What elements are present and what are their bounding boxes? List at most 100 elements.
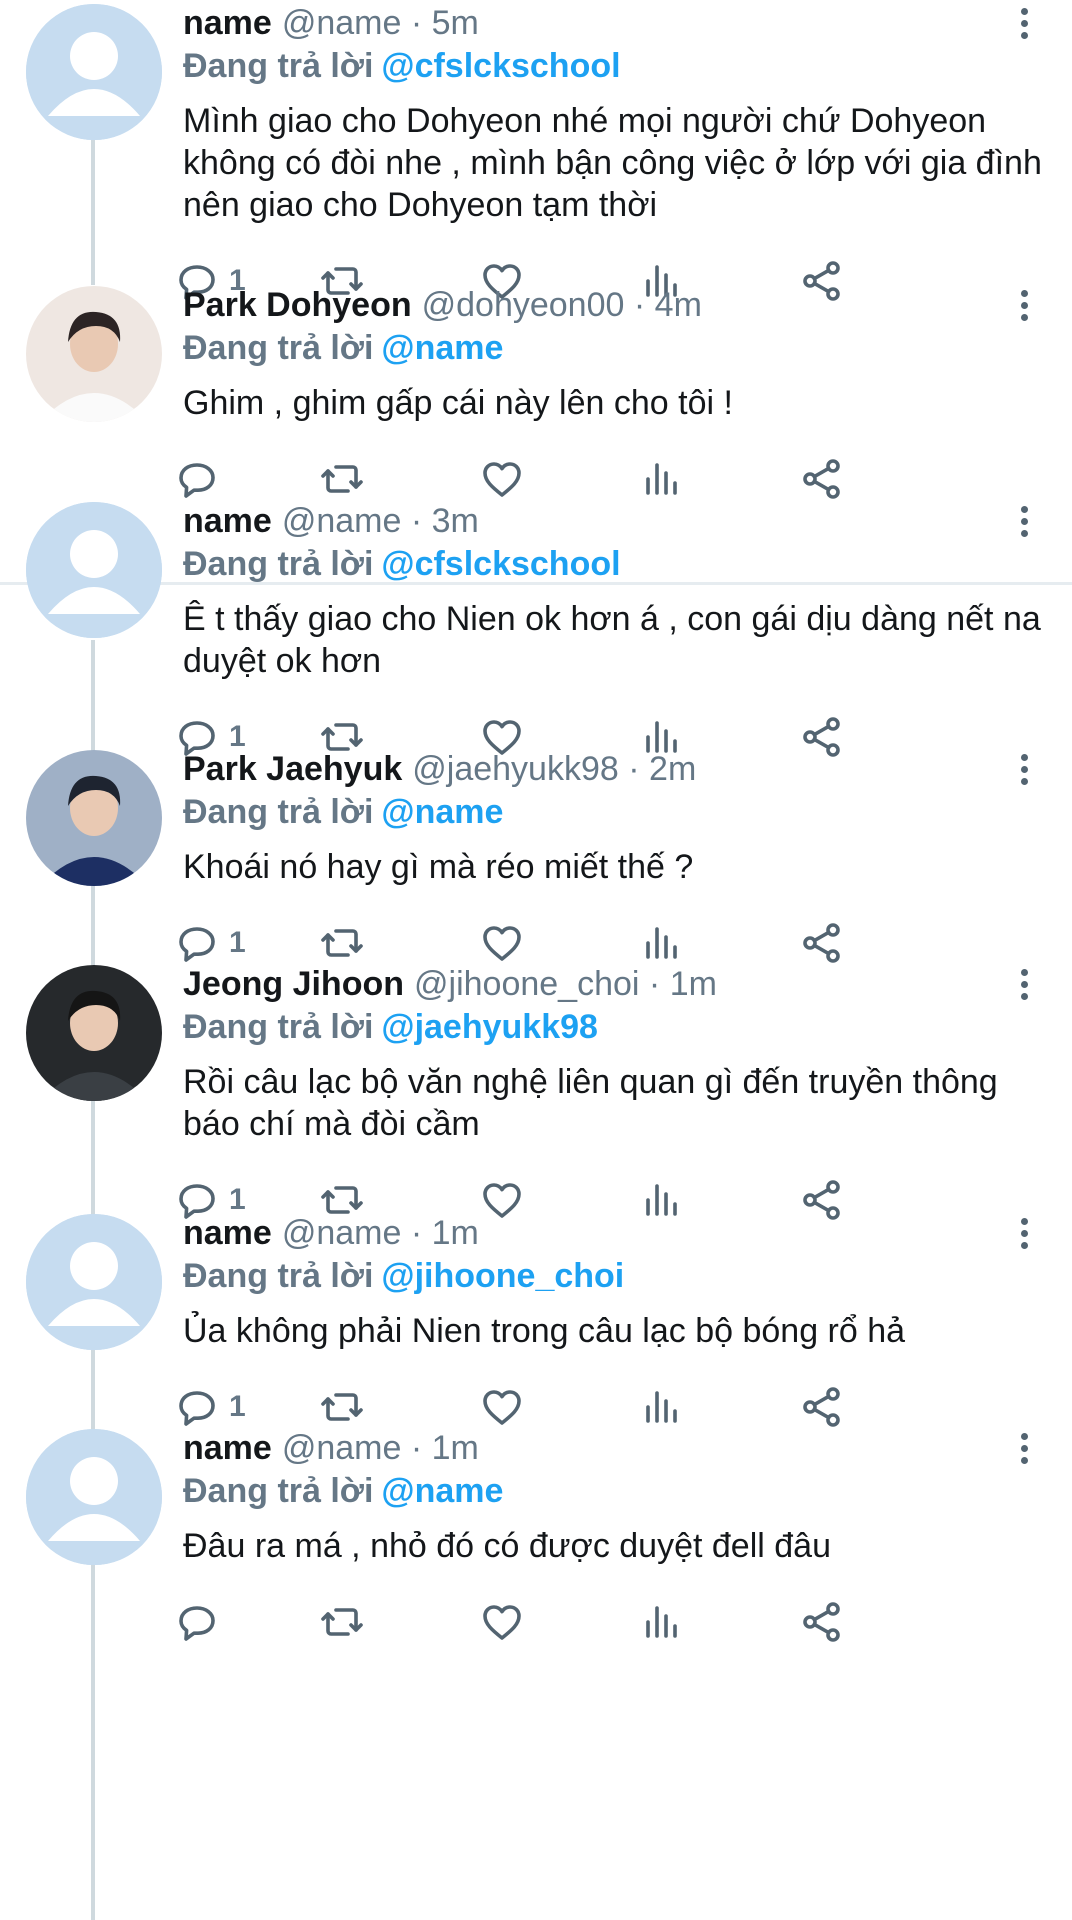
replying-to-label: Đang trả lời xyxy=(183,545,374,583)
replying-to-label: Đang trả lời xyxy=(183,329,374,367)
share-button[interactable] xyxy=(798,918,846,968)
more-dot xyxy=(1020,1229,1028,1237)
reply-mention-link[interactable]: @cfslckschool xyxy=(381,47,620,85)
reply-mention-link[interactable]: @name xyxy=(381,329,503,367)
display-name[interactable]: name xyxy=(183,1214,272,1252)
thread-connector-line xyxy=(91,135,95,285)
timestamp[interactable]: 3m xyxy=(432,502,479,540)
retweet-button[interactable] xyxy=(318,454,366,504)
display-name[interactable]: Park Dohyeon xyxy=(183,286,412,324)
display-name[interactable]: name xyxy=(183,4,272,42)
display-name[interactable]: name xyxy=(183,502,272,540)
reply-thread-feed: name @name · 5m Đang trả lời @cfslckschool M… xyxy=(0,0,1072,1920)
display-name[interactable]: name xyxy=(183,1429,272,1467)
avatar[interactable] xyxy=(26,750,162,886)
timestamp[interactable]: 1m xyxy=(670,965,717,1003)
share-icon xyxy=(803,923,840,963)
reply-count: 1 xyxy=(229,926,246,959)
more-dot xyxy=(1020,301,1028,309)
timestamp[interactable]: 5m xyxy=(432,4,479,42)
more-options-icon[interactable] xyxy=(1012,282,1036,328)
reply-button[interactable] xyxy=(173,454,229,504)
more-dot xyxy=(1020,7,1028,15)
reply-mention-link[interactable]: @name xyxy=(381,793,503,831)
timestamp[interactable]: 4m xyxy=(655,286,702,324)
default-avatar-icon xyxy=(26,4,162,140)
share-button[interactable] xyxy=(798,1175,846,1225)
reply-mention-link[interactable]: @name xyxy=(381,1472,503,1510)
user-handle[interactable]: @name xyxy=(282,1214,402,1252)
heart-icon xyxy=(483,462,521,497)
more-dot xyxy=(1020,529,1028,537)
display-name[interactable]: Jeong Jihoon xyxy=(183,965,404,1003)
timestamp[interactable]: 1m xyxy=(432,1429,479,1467)
avatar[interactable] xyxy=(26,1429,162,1565)
more-dot xyxy=(1020,19,1028,27)
share-button[interactable] xyxy=(798,1597,846,1647)
more-options-icon[interactable] xyxy=(1012,1425,1036,1471)
views-button[interactable] xyxy=(638,454,686,504)
analytics-icon xyxy=(646,1606,677,1638)
reply-count: 1 xyxy=(229,1390,246,1423)
timestamp[interactable]: 2m xyxy=(649,750,696,788)
more-options-icon[interactable] xyxy=(1012,746,1036,792)
share-icon xyxy=(803,717,840,757)
avatar[interactable] xyxy=(26,965,162,1101)
more-dot xyxy=(1020,505,1028,513)
more-dot xyxy=(1020,765,1028,773)
user-handle[interactable]: @name xyxy=(282,4,402,42)
reply-mention-link[interactable]: @jihoone_choi xyxy=(381,1257,624,1295)
analytics-icon xyxy=(646,927,677,959)
retweet-button[interactable] xyxy=(318,1597,366,1647)
share-button[interactable] xyxy=(798,256,846,306)
user-handle[interactable]: @jaehyukk98 xyxy=(412,750,619,788)
user-handle[interactable]: @jihoone_choi xyxy=(414,965,639,1003)
share-button[interactable] xyxy=(798,712,846,762)
like-button[interactable] xyxy=(478,1382,526,1432)
user-handle[interactable]: @name xyxy=(282,502,402,540)
tweet-header: Park Dohyeon @dohyeon00 · 4m xyxy=(183,282,702,328)
like-button[interactable] xyxy=(478,1597,526,1647)
tweet-header: name @name · 1m xyxy=(183,1425,479,1471)
more-options-icon[interactable] xyxy=(1012,961,1036,1007)
thread-connector-line xyxy=(91,1340,95,1440)
more-dot xyxy=(1020,1217,1028,1225)
tweet-header: name @name · 3m xyxy=(183,498,479,544)
analytics-icon xyxy=(646,463,677,495)
user-handle[interactable]: @name xyxy=(282,1429,402,1467)
views-button[interactable] xyxy=(638,1382,686,1432)
more-options-icon[interactable] xyxy=(1012,0,1036,46)
replying-to-label: Đang trả lời xyxy=(183,1257,374,1295)
reply-mention-link[interactable]: @jaehyukk98 xyxy=(381,1008,598,1046)
share-icon xyxy=(803,459,840,499)
views-button[interactable] xyxy=(638,1597,686,1647)
more-options-icon[interactable] xyxy=(1012,498,1036,544)
share-button[interactable] xyxy=(798,454,846,504)
separator-dot: · xyxy=(628,750,640,788)
reply-button[interactable] xyxy=(173,1597,229,1647)
share-icon xyxy=(803,261,840,301)
avatar[interactable] xyxy=(26,286,162,422)
views-button[interactable] xyxy=(638,1175,686,1225)
replying-to: Đang trả lời @cfslckschool xyxy=(183,44,621,88)
profile-photo xyxy=(26,286,162,422)
avatar[interactable] xyxy=(26,4,162,140)
replying-to: Đang trả lời @jihoone_choi xyxy=(183,1254,624,1298)
tweet-text: Ê t thấy giao cho Nien ok hơn á , con gá… xyxy=(183,600,1041,680)
timestamp[interactable]: 1m xyxy=(432,1214,479,1252)
avatar[interactable] xyxy=(26,502,162,638)
like-button[interactable] xyxy=(478,1175,526,1225)
analytics-icon xyxy=(646,1184,677,1216)
share-button[interactable] xyxy=(798,1382,846,1432)
separator-dot: · xyxy=(410,4,423,42)
user-handle[interactable]: @dohyeon00 xyxy=(422,286,625,324)
display-name[interactable]: Park Jaehyuk xyxy=(183,750,402,788)
reply-mention-link[interactable]: @cfslckschool xyxy=(381,545,620,583)
replying-to-label: Đang trả lời xyxy=(183,793,374,831)
replying-to: Đang trả lời @name xyxy=(183,1469,503,1513)
like-button[interactable] xyxy=(478,454,526,504)
more-dot xyxy=(1020,517,1028,525)
more-dot xyxy=(1020,1241,1028,1249)
avatar[interactable] xyxy=(26,1214,162,1350)
more-options-icon[interactable] xyxy=(1012,1210,1036,1256)
